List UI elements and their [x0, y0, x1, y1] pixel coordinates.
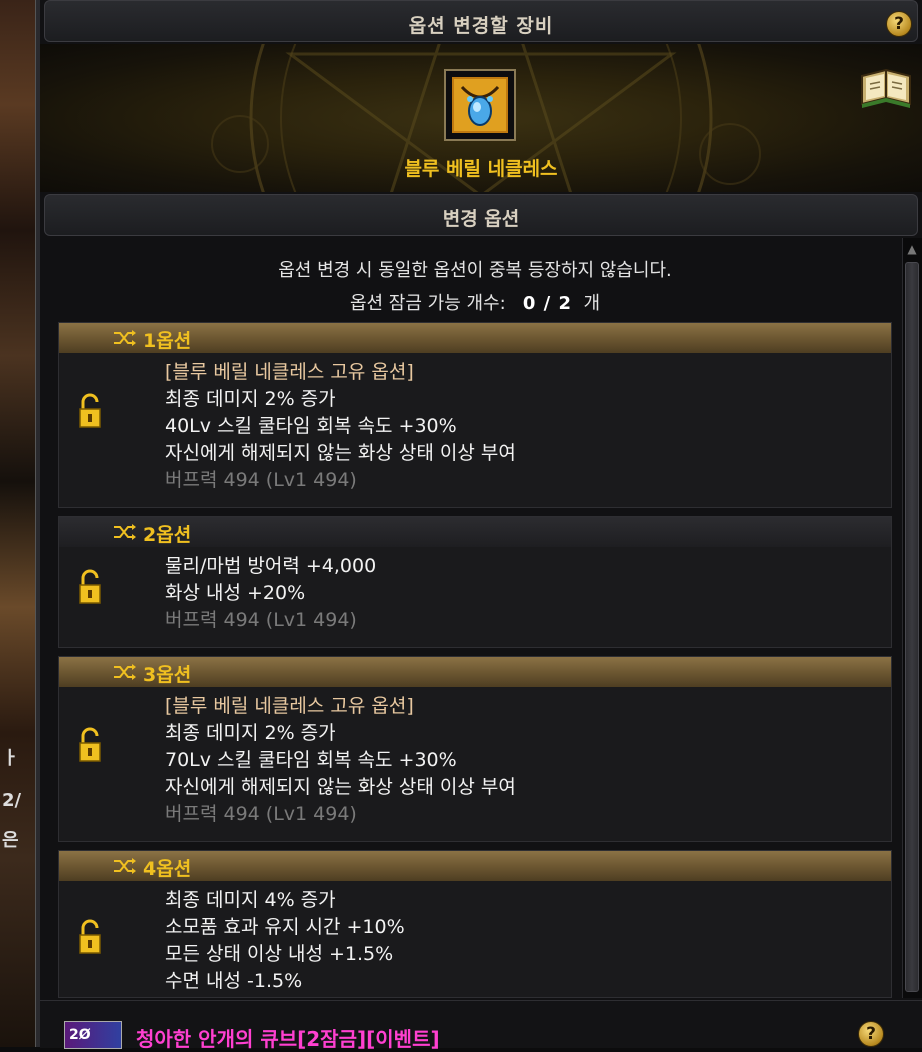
option-row-3[interactable]: 3옵션 [블루 베릴 네클레스 고유 옵션] 최종 데미지 2% 증가 70Lv…	[58, 656, 892, 842]
option-change-panel: 옵션 변경할 장비 ? 블루 베릴 네클레스 변경 옵션 옵션 변경 시 동일한…	[40, 0, 922, 1051]
shuffle-icon	[114, 664, 136, 680]
background-text: 2/	[2, 790, 22, 811]
background-game-scene: ㅏ 2/ 은	[0, 0, 40, 1047]
unlock-icon[interactable]	[77, 919, 103, 955]
option-label: 3옵션	[143, 664, 192, 686]
lock-count-unit: 개	[583, 293, 601, 314]
item-slot[interactable]	[444, 69, 516, 141]
option-line: 최종 데미지 2% 증가	[165, 722, 336, 744]
lock-count-label: 옵션 잠금 가능 개수:	[349, 293, 506, 314]
section-title: 변경 옵션	[442, 208, 520, 230]
option-line: 자신에게 해제되지 않는 화상 상태 이상 부여	[165, 776, 516, 798]
option-row-1[interactable]: 1옵션 [블루 베릴 네클레스 고유 옵션] 최종 데미지 2% 증가 40Lv…	[58, 322, 892, 508]
option-header: 2옵션	[59, 517, 891, 547]
cube-name: 청아한 안개의 큐브[2잠금][이벤트]	[136, 1027, 440, 1051]
option-label: 4옵션	[143, 858, 192, 880]
buff-power-line: 버프력 494 (Lv1 494)	[165, 469, 357, 491]
unlock-icon[interactable]	[77, 727, 103, 763]
option-lines: [블루 베릴 네클레스 고유 옵션] 최종 데미지 2% 증가 70Lv 스킬 …	[165, 693, 516, 828]
shuffle-icon	[114, 858, 136, 874]
option-line: 최종 데미지 2% 증가	[165, 388, 336, 410]
option-line: 70Lv 스킬 쿨타임 회복 속도 +30%	[165, 749, 457, 771]
option-header: 3옵션	[59, 657, 891, 687]
item-name: 블루 베릴 네클레스	[404, 158, 558, 180]
unlock-icon[interactable]	[77, 569, 103, 605]
section-header: 변경 옵션	[44, 194, 918, 236]
option-line: [블루 베릴 네클레스 고유 옵션]	[165, 361, 414, 383]
shuffle-icon	[114, 524, 136, 540]
lock-count-value: 0 / 2	[522, 293, 573, 314]
option-line: [블루 베릴 네클레스 고유 옵션]	[165, 695, 414, 717]
option-lines: 물리/마법 방어력 +4,000 화상 내성 +20% 버프력 494 (Lv1…	[165, 553, 376, 634]
option-line: 물리/마법 방어력 +4,000	[165, 555, 377, 577]
option-line: 최종 데미지 4% 증가	[165, 889, 336, 911]
buff-power-line: 버프력 494 (Lv1 494)	[165, 803, 357, 825]
panel-header: 옵션 변경할 장비	[44, 0, 918, 42]
panel-title: 옵션 변경할 장비	[408, 15, 554, 37]
option-label: 1옵션	[143, 330, 192, 352]
option-header: 4옵션	[59, 851, 891, 881]
cube-icon[interactable]: 2Ø	[64, 1021, 122, 1049]
option-lines: 최종 데미지 4% 증가 소모품 효과 유지 시간 +10% 모든 상태 이상 …	[165, 887, 405, 995]
option-header: 1옵션	[59, 323, 891, 353]
option-label: 2옵션	[143, 524, 192, 546]
option-line: 수면 내성 -1.5%	[165, 970, 303, 992]
option-row-2[interactable]: 2옵션 물리/마법 방어력 +4,000 화상 내성 +20% 버프력 494 …	[58, 516, 892, 648]
cube-bar: 2Ø 청아한 안개의 큐브[2잠금][이벤트] ?	[40, 1000, 922, 1051]
option-line: 자신에게 해제되지 않는 화상 상태 이상 부여	[165, 442, 516, 464]
option-line: 화상 내성 +20%	[165, 582, 306, 604]
option-line: 소모품 효과 유지 시간 +10%	[165, 916, 405, 938]
option-row-4[interactable]: 4옵션 최종 데미지 4% 증가 소모품 효과 유지 시간 +10% 모든 상태…	[58, 850, 892, 998]
option-line: 모든 상태 이상 내성 +1.5%	[165, 943, 394, 965]
book-icon[interactable]	[858, 62, 914, 110]
scroll-up-icon[interactable]: ▲	[906, 242, 918, 256]
necklace-icon	[452, 77, 508, 133]
duplicate-notice: 옵션 변경 시 동일한 옵션이 중복 등장하지 않습니다.	[278, 260, 672, 281]
option-lines: [블루 베릴 네클레스 고유 옵션] 최종 데미지 2% 증가 40Lv 스킬 …	[165, 359, 516, 494]
shuffle-icon	[114, 330, 136, 346]
buff-power-line: 버프력 494 (Lv1 494)	[165, 609, 357, 631]
background-text: ㅏ	[2, 748, 19, 769]
unlock-icon[interactable]	[77, 393, 103, 429]
option-scrollbar[interactable]: ▲	[902, 238, 922, 998]
help-icon[interactable]: ?	[858, 1021, 884, 1047]
option-line: 40Lv 스킬 쿨타임 회복 속도 +30%	[165, 415, 457, 437]
help-icon[interactable]: ?	[886, 11, 912, 37]
scroll-thumb[interactable]	[905, 262, 919, 992]
equipment-banner: 블루 베릴 네클레스	[40, 44, 922, 192]
background-text: 은	[2, 830, 19, 851]
lock-count-row: 옵션 잠금 가능 개수: 0 / 2 개	[40, 289, 910, 315]
